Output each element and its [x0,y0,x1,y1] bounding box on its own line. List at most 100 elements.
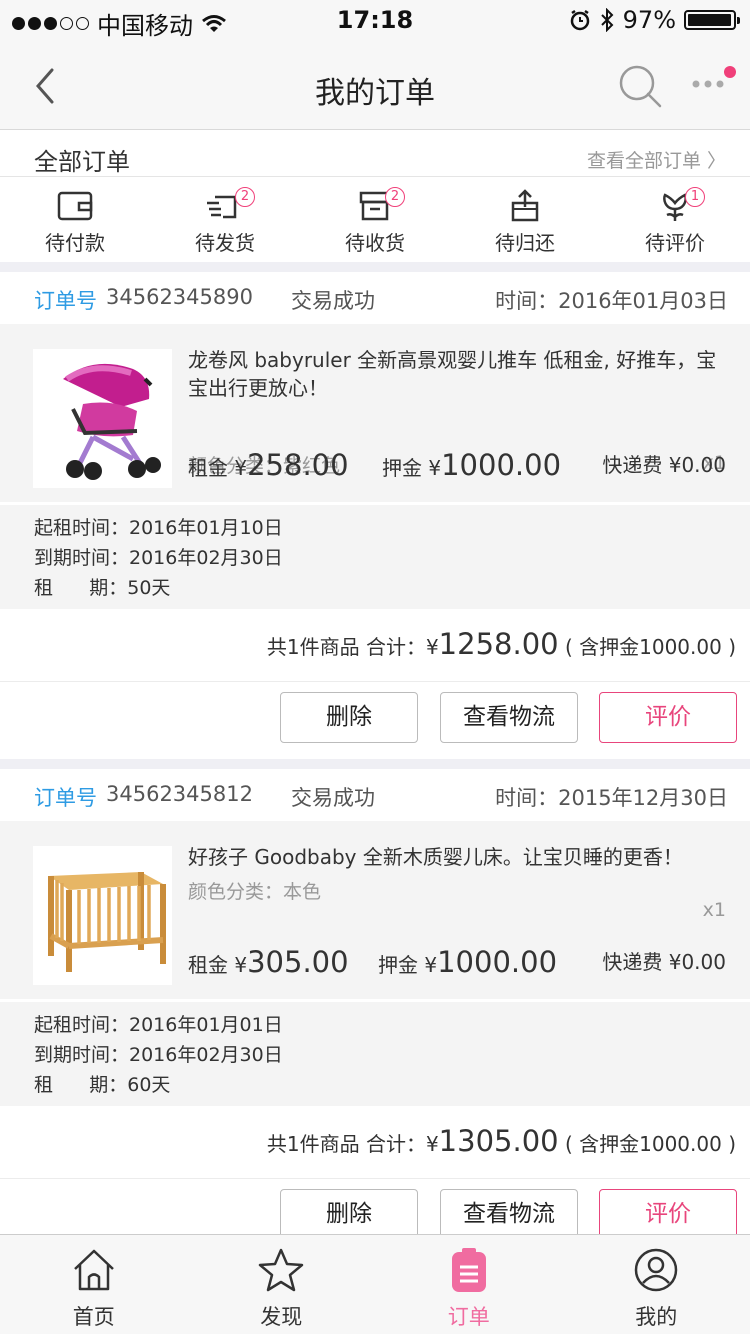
review-button[interactable]: 评价 [599,692,737,743]
shipping-fee: 快递费 ¥0.00 [602,453,726,477]
alarm-icon [570,9,589,31]
nav-bar: 我的订单 [0,40,750,130]
rent-value: 258.00 [247,448,349,482]
view-logistics-button[interactable]: 查看物流 [440,692,578,743]
status-tab-pending-payment[interactable]: 待付款 [0,177,150,262]
status-bar: 中国移动 17:18 97% [0,0,750,40]
status-tab-label: 待归还 [495,231,555,255]
star-icon [259,1248,304,1292]
more-button[interactable] [686,66,736,106]
order-actions: 删除 查看物流 评价 [0,682,750,759]
total-suffix: ( 含押金1000.00 ) [564,635,736,659]
order-number: 34562345812 [106,782,253,806]
order-status-tabs: 待付款 2 待发货 2 待收货 待归还 1 待评价 [0,177,750,262]
delete-button[interactable]: 删除 [280,692,418,743]
deposit-label: 押金 ¥ [382,456,442,480]
tab-label: 首页 [72,1305,115,1329]
total-prefix: 共1件商品 合计：¥ [266,1132,439,1156]
product-color: 颜色分类：本色 [188,881,322,903]
stroller-image [63,363,161,480]
order-header: 订单号 34562345812 交易成功 时间：2015年12月30日 [0,769,750,821]
order-header: 订单号 34562345890 交易成功 时间：2016年01月03日 [0,272,750,324]
rental-end: 到期时间：2016年02月30日 [34,1044,283,1066]
tab-label: 发现 [260,1305,303,1329]
order-number-label: 订单号 [34,289,97,313]
total-value: 1305.00 [438,1124,559,1158]
status-tab-label: 待发货 [195,231,255,255]
rental-end: 到期时间：2016年02月30日 [34,547,283,569]
tab-orders[interactable]: 订单 [375,1235,563,1334]
tab-label: 我的 [635,1305,678,1329]
total-suffix: ( 含押金1000.00 ) [564,1132,736,1156]
wallet-icon [57,191,93,221]
delete-button[interactable]: 删除 [280,1189,418,1240]
tab-bar: 首页 发现 订单 我的 [0,1234,750,1334]
deposit-label: 押金 ¥ [378,953,438,977]
status-tab-pending-receipt[interactable]: 2 待收货 [300,177,450,262]
tab-profile[interactable]: 我的 [563,1235,750,1334]
battery-percent: 97% [622,6,676,34]
product-quantity: x1 [702,899,726,921]
rental-period: 租 期：50天 [34,577,171,599]
notification-dot [724,66,736,78]
total-value: 1258.00 [438,627,559,661]
order-status: 交易成功 [291,289,375,313]
status-tab-label: 待收货 [345,231,405,255]
order-time: 时间：2015年12月30日 [495,786,728,810]
deposit-price: 押金 ¥1000.00 [378,945,557,979]
review-button[interactable]: 评价 [599,1189,737,1240]
status-tab-badge: 1 [685,187,705,207]
order-card: 订单号 34562345890 交易成功 时间：2016年01月03日 龙卷风 … [0,272,750,759]
price-row: 租金 ¥258.00 押金 ¥1000.00 快递费 ¥0.00 [188,442,726,482]
rent-price: 租金 ¥258.00 [188,448,349,482]
order-status: 交易成功 [291,786,375,810]
home-icon [73,1249,114,1291]
status-tab-pending-review[interactable]: 1 待评价 [600,177,750,262]
order-total-row: 共1件商品 合计：¥1305.00 ( 含押金1000.00 ) [0,1106,750,1179]
order-total: 共1件商品 合计：¥1258.00 ( 含押金1000.00 ) [267,627,736,661]
status-tab-label: 待付款 [45,231,105,255]
rental-dates: 起租时间：2016年01月10日 到期时间：2016年02月30日 租 期：50… [0,502,750,609]
view-all-orders-link[interactable]: 查看全部订单 〉 [587,146,726,173]
rental-period: 租 期：60天 [34,1074,171,1096]
profile-icon [635,1248,678,1292]
order-number-label: 订单号 [34,786,97,810]
status-tab-label: 待评价 [645,231,705,255]
status-tab-pending-return[interactable]: 待归还 [450,177,600,262]
all-orders-header: 全部订单 查看全部订单 〉 [0,130,750,177]
view-logistics-button[interactable]: 查看物流 [440,1189,578,1240]
search-icon[interactable] [616,62,666,112]
all-orders-title: 全部订单 [34,148,130,176]
order-total-row: 共1件商品 合计：¥1258.00 ( 含押金1000.00 ) [0,609,750,682]
order-total: 共1件商品 合计：¥1305.00 ( 含押金1000.00 ) [267,1124,736,1158]
product-row[interactable]: 好孩子 Goodbaby 全新木质婴儿床。让宝贝睡的更香！ 颜色分类：本色 x1… [0,821,750,999]
tab-discover[interactable]: 发现 [188,1235,376,1334]
product-row[interactable]: 龙卷风 babyruler 全新高景观婴儿推车 低租金, 好推车，宝宝出行更放心… [0,324,750,502]
tab-home[interactable]: 首页 [0,1235,188,1334]
product-image-stroller[interactable] [33,349,172,488]
status-tab-pending-shipment[interactable]: 2 待发货 [150,177,300,262]
shipping-fee: 快递费 ¥0.00 [602,950,726,974]
product-name: 龙卷风 babyruler 全新高景观婴儿推车 低租金, 好推车，宝宝出行更放心… [188,348,717,400]
order-number: 34562345890 [106,285,253,309]
price-row: 租金 ¥305.00 押金 ¥1000.00 快递费 ¥0.00 [188,939,726,979]
product-image-crib[interactable] [33,846,172,985]
deposit-value: 1000.00 [441,448,562,482]
deposit-value: 1000.00 [437,945,558,979]
rental-start: 起租时间：2016年01月01日 [34,1014,283,1036]
product-name: 好孩子 Goodbaby 全新木质婴儿床。让宝贝睡的更香！ [188,845,683,869]
deposit-price: 押金 ¥1000.00 [382,448,561,482]
tab-label: 订单 [447,1305,490,1329]
total-prefix: 共1件商品 合计：¥ [266,635,439,659]
crib-image [48,872,166,972]
rent-price: 租金 ¥305.00 [188,945,349,979]
rental-dates: 起租时间：2016年01月01日 到期时间：2016年02月30日 租 期：60… [0,999,750,1106]
order-icon [451,1248,486,1292]
status-tab-badge: 2 [385,187,405,207]
order-time: 时间：2016年01月03日 [495,289,728,313]
return-box-icon [511,189,539,222]
order-card: 订单号 34562345812 交易成功 时间：2015年12月30日 好孩子 … [0,769,750,1256]
battery-icon [684,10,740,30]
rental-start: 起租时间：2016年01月10日 [34,517,283,539]
bluetooth-icon [600,8,614,32]
